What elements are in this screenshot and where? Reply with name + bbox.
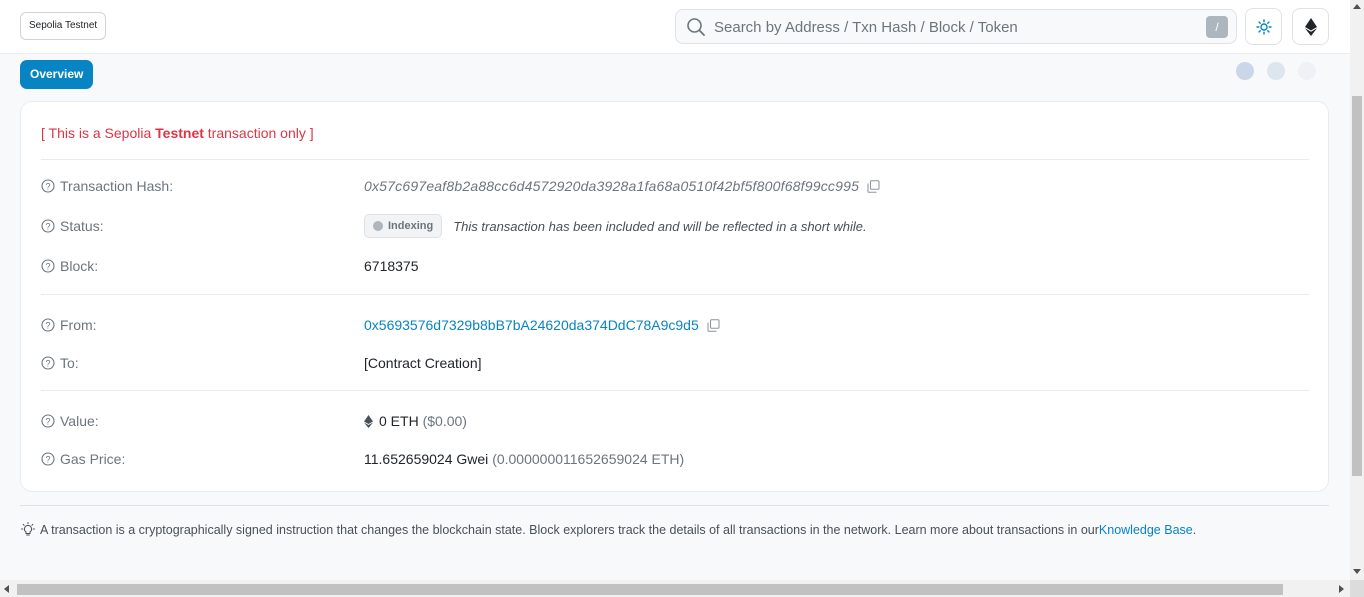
testnet-warning-suffix: transaction only ] (203, 125, 314, 141)
block-label: ? Block: (41, 258, 98, 274)
tx-hash-label-text: Transaction Hash: (60, 178, 174, 194)
scrollbar-corner (1350, 580, 1364, 597)
horizontal-scroll-thumb[interactable] (17, 584, 1283, 595)
svg-text:?: ? (45, 358, 50, 368)
value-label: ? Value: (41, 413, 99, 429)
scroll-right-arrow[interactable] (1339, 585, 1344, 593)
testnet-warning-bold: Testnet (155, 125, 204, 141)
status-badge-text: Indexing (388, 220, 434, 232)
block-number: 6718375 (364, 258, 419, 274)
to-label: ? To: (41, 355, 79, 371)
status-value: Indexing This transaction has been inclu… (364, 214, 867, 238)
help-icon[interactable]: ? (41, 318, 55, 332)
help-icon[interactable]: ? (41, 259, 55, 273)
tab-overview[interactable]: Overview (20, 60, 94, 89)
tx-hash: 0x57c697eaf8b2a88cc6d4572920da3928a1fa68… (364, 178, 860, 194)
theme-toggle-button[interactable] (1245, 8, 1282, 45)
tx-hash-value: 0x57c697eaf8b2a88cc6d4572920da3928a1fa68… (364, 178, 880, 194)
status-label-text: Status: (60, 218, 104, 234)
divider (41, 159, 1309, 160)
value-usd: ($0.00) (422, 413, 467, 429)
footer-note: A transaction is a cryptographically sig… (20, 522, 1196, 538)
horizontal-scrollbar[interactable] (0, 580, 1350, 597)
search-shortcut-key: / (1206, 16, 1228, 38)
testnet-warning: [ This is a Sepolia Testnet transaction … (41, 125, 314, 141)
svg-text:?: ? (45, 181, 50, 191)
search-input[interactable] (714, 16, 1194, 38)
value-eth: 0 ETH (379, 413, 419, 429)
status-label: ? Status: (41, 218, 104, 234)
ethereum-icon (364, 414, 373, 428)
search-icon (687, 18, 705, 36)
placeholder-dot (1298, 62, 1316, 80)
from-label-text: From: (60, 317, 97, 333)
value-label-text: Value: (60, 413, 99, 429)
gas-price-label-text: Gas Price: (60, 451, 126, 467)
knowledge-base-link[interactable]: Knowledge Base (1099, 523, 1193, 537)
footer-note-text: A transaction is a cryptographically sig… (40, 523, 1099, 537)
footer-note-suffix: . (1192, 523, 1197, 537)
lightbulb-icon (21, 522, 35, 536)
indexing-icon (373, 221, 383, 231)
scroll-down-arrow[interactable] (1353, 569, 1361, 574)
to-address: [Contract Creation] (364, 355, 482, 371)
placeholder-dot (1267, 62, 1285, 80)
placeholder-dot (1236, 62, 1254, 80)
to-label-text: To: (60, 355, 79, 371)
gas-price-gwei: 11.652659024 Gwei (364, 451, 489, 467)
gas-price-eth: (0.000000011652659024 ETH) (492, 451, 685, 467)
transaction-details-card: [ This is a Sepolia Testnet transaction … (20, 101, 1329, 492)
footer-divider (20, 505, 1329, 506)
svg-text:?: ? (45, 261, 50, 271)
vertical-scrollbar[interactable] (1350, 0, 1364, 580)
from-value: 0x5693576d7329b8bB7bA24620da374DdC78A9c9… (364, 317, 720, 333)
copy-icon[interactable] (867, 179, 880, 193)
sun-icon (1255, 18, 1272, 35)
divider (41, 390, 1309, 391)
vertical-scroll-thumb[interactable] (1352, 96, 1362, 476)
block-label-text: Block: (60, 258, 99, 274)
help-icon[interactable]: ? (41, 452, 55, 466)
svg-text:?: ? (45, 221, 50, 231)
svg-text:?: ? (45, 320, 50, 330)
copy-icon[interactable] (707, 318, 720, 332)
help-icon[interactable]: ? (41, 356, 55, 370)
svg-text:?: ? (45, 454, 50, 464)
top-header: Sepolia Testnet / (0, 0, 1350, 54)
status-message: This transaction has been included and w… (453, 218, 867, 234)
from-label: ? From: (41, 317, 97, 333)
ethereum-icon (1304, 17, 1317, 36)
network-switch-button[interactable] (1292, 8, 1329, 45)
help-icon[interactable]: ? (41, 219, 55, 233)
gas-price-value: 11.652659024 Gwei (0.000000011652659024 … (364, 451, 684, 467)
search-bar[interactable]: / (675, 9, 1237, 44)
to-value: [Contract Creation] (364, 355, 482, 371)
svg-text:?: ? (45, 416, 50, 426)
block-value: 6718375 (364, 258, 419, 274)
help-icon[interactable]: ? (41, 414, 55, 428)
status-badge: Indexing (364, 214, 443, 238)
scroll-left-arrow[interactable] (4, 585, 9, 593)
from-address-link[interactable]: 0x5693576d7329b8bB7bA24620da374DdC78A9c9… (364, 317, 699, 333)
gas-price-label: ? Gas Price: (41, 451, 125, 467)
value-value: 0 ETH ($0.00) (364, 413, 467, 429)
divider (41, 294, 1309, 295)
network-badge[interactable]: Sepolia Testnet (20, 12, 107, 40)
scroll-up-arrow[interactable] (1353, 4, 1361, 9)
testnet-warning-prefix: [ This is a Sepolia (41, 125, 156, 141)
help-icon[interactable]: ? (41, 179, 55, 193)
tx-hash-label: ? Transaction Hash: (41, 178, 173, 194)
